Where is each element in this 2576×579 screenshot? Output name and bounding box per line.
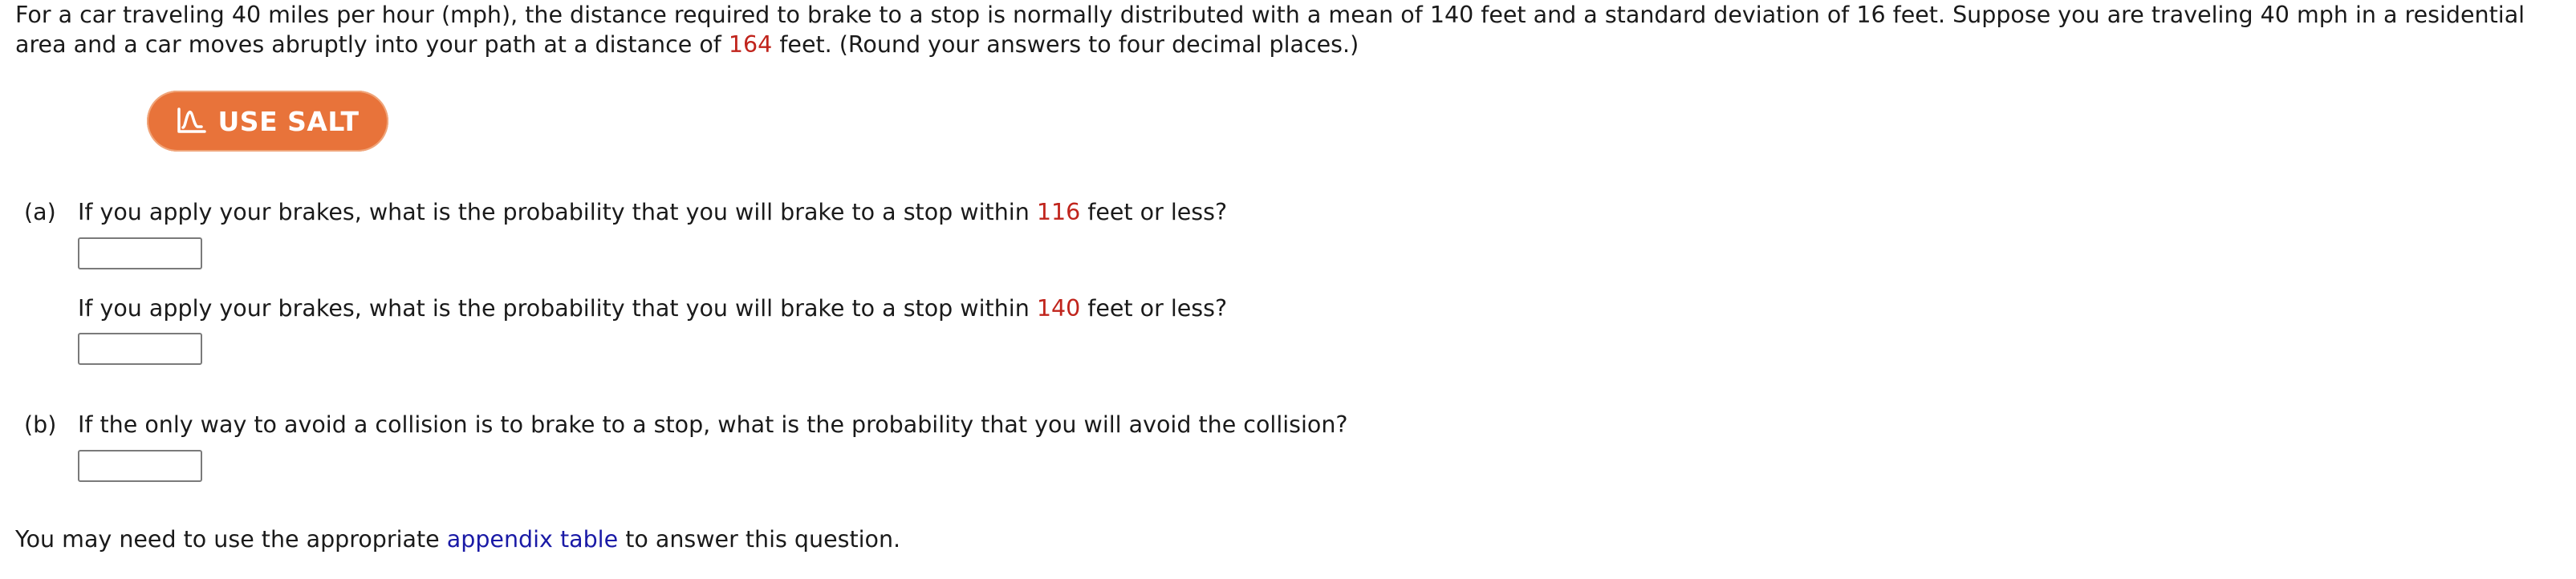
- threshold-value: 116: [1036, 199, 1081, 225]
- part-b-label: (b): [24, 411, 57, 438]
- threshold-value: 140: [1036, 295, 1081, 322]
- distance-value: 164: [728, 31, 773, 58]
- use-salt-button[interactable]: USE SALT: [147, 91, 388, 152]
- problem-statement: For a car traveling 40 miles per hour (m…: [15, 0, 2567, 59]
- footer-note: You may need to use the appropriate appe…: [15, 524, 900, 554]
- part-a-question-1: If you apply your brakes, what is the pr…: [78, 197, 1227, 227]
- use-salt-label: USE SALT: [217, 105, 360, 137]
- salt-chart-icon: [177, 107, 206, 133]
- question-text: If you apply your brakes, what is the pr…: [78, 295, 1037, 322]
- part-a-answer-1-input[interactable]: [78, 237, 202, 269]
- question-text-end: feet or less?: [1080, 199, 1228, 225]
- question-text-end: feet or less?: [1080, 295, 1228, 322]
- part-b-question: If the only way to avoid a collision is …: [78, 411, 1348, 438]
- part-a-answer-2-input[interactable]: [78, 333, 202, 365]
- intro-text-2: feet. (Round your answers to four decima…: [772, 31, 1359, 58]
- part-b-answer-input[interactable]: [78, 450, 202, 482]
- appendix-table-link[interactable]: appendix table: [447, 526, 618, 553]
- footer-text-2: to answer this question.: [618, 526, 901, 553]
- part-a-label: (a): [24, 199, 56, 225]
- footer-text-1: You may need to use the appropriate: [15, 526, 447, 553]
- part-a-question-2: If you apply your brakes, what is the pr…: [78, 294, 1227, 323]
- question-text: If you apply your brakes, what is the pr…: [78, 199, 1037, 225]
